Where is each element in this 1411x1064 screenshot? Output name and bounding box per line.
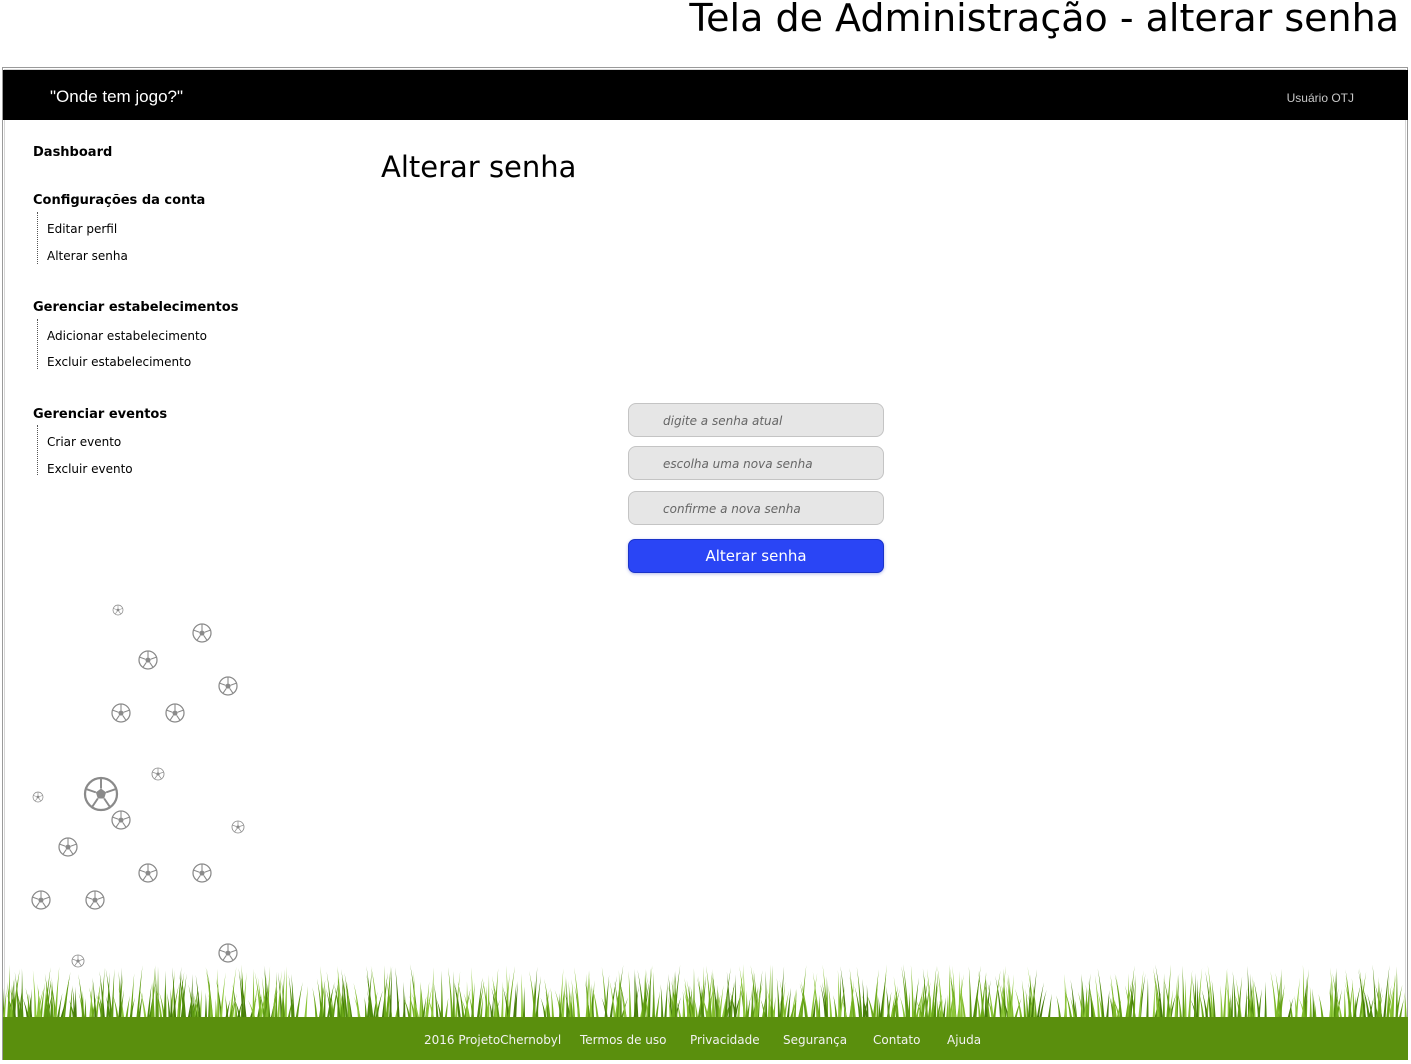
grass-decoration bbox=[3, 964, 1407, 1020]
footer-link-contact[interactable]: Contato bbox=[873, 1033, 920, 1047]
soccer-ball-icon bbox=[139, 864, 157, 882]
soccer-ball-icon bbox=[85, 778, 117, 810]
soccer-ball-icon bbox=[86, 891, 104, 909]
footer-copyright: 2016 ProjetoChernobyl bbox=[424, 1033, 562, 1047]
footer-bar: 2016 ProjetoChernobyl Termos de uso Priv… bbox=[3, 1017, 1408, 1060]
user-menu[interactable]: Usuário OTJ bbox=[1287, 91, 1354, 105]
footer-link-help[interactable]: Ajuda bbox=[947, 1033, 981, 1047]
new-password-placeholder: escolha uma nova senha bbox=[663, 457, 813, 471]
soccer-ball-icon bbox=[139, 651, 157, 669]
soccer-ball-icon bbox=[112, 704, 130, 722]
soccer-ball-icon bbox=[232, 821, 244, 833]
page-title: Tela de Administração - alterar senha bbox=[689, 0, 1399, 40]
footer-link-privacy[interactable]: Privacidade bbox=[690, 1033, 760, 1047]
footer-link-security[interactable]: Segurança bbox=[783, 1033, 847, 1047]
soccer-ball-icon bbox=[113, 605, 123, 615]
confirm-password-field[interactable]: confirme a nova senha bbox=[628, 491, 884, 525]
footer-link-terms[interactable]: Termos de uso bbox=[580, 1033, 667, 1047]
soccer-ball-icon bbox=[166, 704, 184, 722]
soccer-ball-icon bbox=[112, 811, 130, 829]
soccer-ball-icon bbox=[219, 944, 237, 962]
soccer-ball-icon bbox=[219, 677, 237, 695]
current-password-placeholder: digite a senha atual bbox=[663, 414, 783, 428]
current-password-field[interactable]: digite a senha atual bbox=[628, 403, 884, 437]
soccer-ball-icon bbox=[32, 891, 50, 909]
soccer-ball-icon bbox=[152, 768, 164, 780]
soccer-ball-icon bbox=[193, 864, 211, 882]
confirm-password-placeholder: confirme a nova senha bbox=[663, 502, 801, 516]
soccer-balls-decoration bbox=[0, 0, 300, 1000]
soccer-ball-icon bbox=[33, 792, 43, 802]
soccer-ball-icon bbox=[193, 624, 211, 642]
soccer-ball-icon bbox=[59, 838, 77, 856]
content-title: Alterar senha bbox=[381, 150, 577, 184]
new-password-field[interactable]: escolha uma nova senha bbox=[628, 446, 884, 480]
change-password-button[interactable]: Alterar senha bbox=[628, 539, 884, 573]
